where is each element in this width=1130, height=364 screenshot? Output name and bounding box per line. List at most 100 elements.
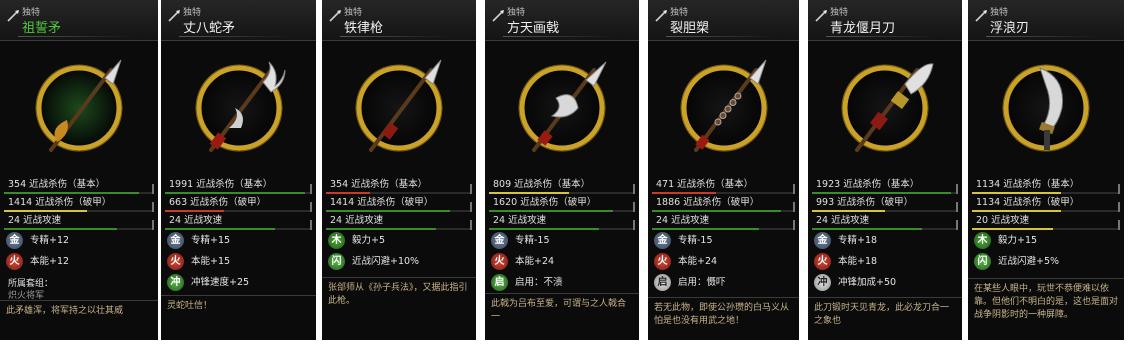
stat-row: 1414 近战杀伤（破甲）: [326, 196, 472, 212]
traits-list: 金专精+15 火本能+15 冲冲锋速度+25: [167, 231, 312, 294]
traits-list: 木毅力+15 闪近战闪避+5%: [974, 231, 1120, 273]
stat-bar: [489, 210, 635, 212]
stat-bar: [489, 228, 635, 230]
trait-text: 启用：慑吓: [678, 277, 726, 288]
stat-text: 471 近战杀伤（基本）: [656, 179, 754, 190]
stat-bar: [652, 210, 795, 212]
header-divider: [826, 36, 944, 37]
flavor-divider: [808, 297, 962, 298]
stats-list: 809 近战杀伤（基本） 1620 近战杀伤（破甲） 24 近战攻速: [489, 178, 635, 232]
stats-list: 1991 近战杀伤（基本） 663 近战杀伤（破甲） 24 近战攻速: [165, 178, 312, 232]
stat-fill: [4, 192, 139, 194]
stat-text: 24 近战攻速: [8, 215, 62, 226]
trait-row: 金专精+18: [814, 231, 958, 252]
stat-text: 1923 近战杀伤（基本）: [816, 179, 920, 190]
trait-text: 启用：不溃: [515, 277, 563, 288]
weapon-card[interactable]: 独特 铁律枪 354 近战杀伤（基本） 1414 近战杀伤（破甲） 24 近战攻速木毅力…: [322, 0, 476, 340]
stats-list: 1134 近战杀伤（基本） 1134 近战杀伤（破甲） 20 近战攻速: [972, 178, 1120, 232]
stat-fill: [4, 228, 117, 230]
stat-row: 354 近战杀伤（基本）: [4, 178, 154, 194]
header-divider: [179, 36, 298, 37]
stat-fill: [652, 228, 760, 230]
stat-bar: [972, 210, 1120, 212]
stat-fill: [972, 210, 1061, 212]
trait-text: 近战闪避+5%: [998, 256, 1060, 267]
weapon-card[interactable]: 独特 祖誓矛 354 近战杀伤（基本） 1414 近战杀伤（破甲） 24 近战攻速金专精…: [0, 0, 158, 340]
stat-text: 809 近战杀伤（基本）: [493, 179, 591, 190]
stat-text: 1134 近战杀伤（破甲）: [976, 197, 1080, 208]
trait-text: 专精-15: [678, 235, 713, 246]
traits-list: 金专精-15 火本能+24 启启用：慑吓: [654, 231, 795, 294]
stat-text: 1414 近战杀伤（破甲）: [330, 197, 434, 208]
stat-row: 20 近战攻速: [972, 214, 1120, 230]
stat-text: 1134 近战杀伤（基本）: [976, 179, 1080, 190]
stat-text: 1886 近战杀伤（破甲）: [656, 197, 760, 208]
set-info: 所属套组： 炽火将军: [8, 278, 53, 302]
stat-bar-cap: [152, 202, 154, 212]
stat-fill: [4, 210, 87, 212]
set-title: 所属套组：: [8, 279, 54, 289]
trait-row: 金专精+15: [167, 231, 312, 252]
spear-type-icon: [975, 10, 987, 22]
weapon-portrait: [841, 63, 934, 152]
stat-fill: [652, 192, 717, 194]
stats-list: 1923 近战杀伤（基本） 993 近战杀伤（破甲） 24 近战攻速: [812, 178, 958, 232]
stat-text: 354 近战杀伤（基本）: [330, 179, 428, 190]
stat-bar-cap: [956, 202, 958, 212]
header-divider: [503, 36, 621, 37]
stat-row: 1134 近战杀伤（基本）: [972, 178, 1120, 194]
flavor-text: 灵蛇吐信！: [167, 301, 213, 311]
trait-row: 火本能+24: [654, 252, 795, 273]
stat-bar: [4, 192, 154, 194]
spear-type-icon: [168, 10, 180, 22]
weapon-name: 方天画戟: [507, 21, 560, 36]
weapon-card[interactable]: 独特 丈八蛇矛 1991 近战杀伤（基本） 663 近战杀伤（破甲） 24 近战攻速金专…: [161, 0, 316, 340]
trait-row: 冲冲锋加成+50: [814, 273, 958, 294]
stat-bar-cap: [310, 220, 312, 230]
trait-text: 冲锋加成+50: [838, 277, 897, 288]
stat-bar: [326, 192, 472, 194]
element-icon: 木: [328, 232, 345, 249]
weapon-cards: 独特 祖誓矛 354 近战杀伤（基本） 1414 近战杀伤（破甲） 24 近战攻速金专精…: [0, 0, 1130, 364]
weapon-card[interactable]: 独特 方天画戟 809 近战杀伤（基本） 1620 近战杀伤（破甲） 24 近战攻速金专…: [485, 0, 639, 340]
header-divider: [18, 36, 140, 37]
stat-bar: [165, 228, 312, 230]
trait-text: 本能+15: [191, 256, 231, 267]
stat-bar-cap: [633, 220, 635, 230]
stat-bar-cap: [310, 202, 312, 212]
weapon-card[interactable]: 独特 浮浪刃 1134 近战杀伤（基本） 1134 近战杀伤（破甲） 20 近战攻速木毅…: [968, 0, 1124, 340]
stat-fill: [326, 228, 436, 230]
stat-row: 24 近战攻速: [812, 214, 958, 230]
weapon-card[interactable]: 独特 青龙偃月刀 1923 近战杀伤（基本） 993 近战杀伤（破甲） 24 近战攻速金…: [808, 0, 962, 340]
stat-fill: [165, 210, 224, 212]
element-icon: 火: [654, 253, 671, 270]
stat-fill: [326, 210, 451, 212]
weapon-name: 浮浪刃: [990, 21, 1030, 36]
stat-row: 1923 近战杀伤（基本）: [812, 178, 958, 194]
stat-bar: [326, 210, 472, 212]
stat-bar: [972, 228, 1120, 230]
flavor-divider: [485, 293, 639, 294]
element-icon: 火: [491, 253, 508, 270]
card-header: 独特 丈八蛇矛: [161, 0, 316, 41]
stat-fill: [972, 192, 1061, 194]
stat-text: 663 近战杀伤（破甲）: [169, 197, 267, 208]
stat-text: 24 近战攻速: [493, 215, 547, 226]
traits-list: 金专精+18 火本能+18 冲冲锋加成+50: [814, 231, 958, 294]
stat-bar: [972, 192, 1120, 194]
trait-row: 火本能+15: [167, 252, 312, 273]
trait-text: 本能+12: [30, 256, 70, 267]
element-icon: 火: [6, 253, 23, 270]
element-icon: 冲: [167, 274, 184, 291]
stat-bar-cap: [956, 220, 958, 230]
weapon-card[interactable]: 独特 裂胆槊 471 近战杀伤（基本） 1886 近战杀伤（破甲） 24 近战攻速金专精…: [648, 0, 799, 340]
stat-fill: [812, 210, 885, 212]
trait-text: 专精+12: [30, 235, 70, 246]
stat-text: 24 近战攻速: [169, 215, 223, 226]
stat-bar: [4, 210, 154, 212]
stat-bar-cap: [793, 184, 795, 194]
stat-bar: [812, 228, 958, 230]
element-icon: 启: [491, 274, 508, 291]
element-icon: 金: [814, 232, 831, 249]
stat-row: 1414 近战杀伤（破甲）: [4, 196, 154, 212]
